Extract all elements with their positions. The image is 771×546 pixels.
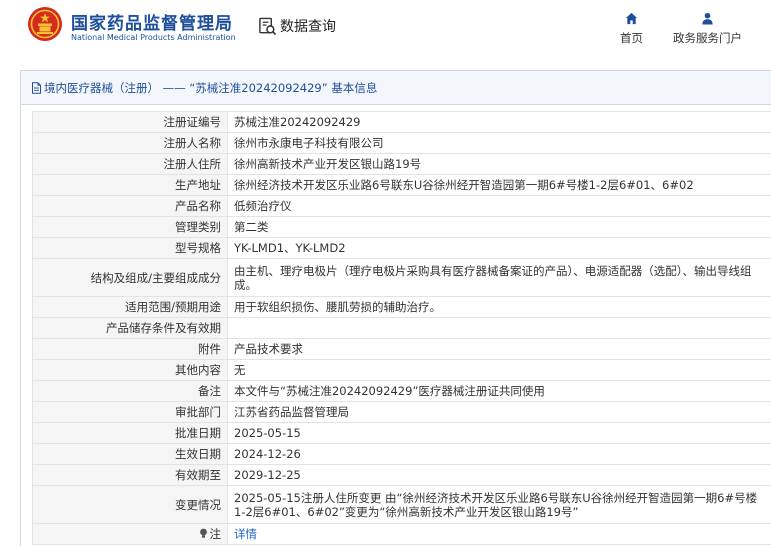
table-row: 结构及组成/主要组成成分 由主机、理疗电极片（理疗电极片采购具有医疗器械备案证的产… bbox=[32, 258, 771, 297]
row-value: 产品技术要求 bbox=[227, 338, 771, 360]
document-icon bbox=[32, 81, 41, 94]
row-label: 变更情况 bbox=[32, 485, 228, 524]
row-label: 产品名称 bbox=[32, 195, 228, 217]
nav-gov-label: 政务服务门户 bbox=[673, 31, 742, 45]
note-label-cell: 注 bbox=[32, 523, 228, 545]
table-row: 生产地址 徐州经济技术开发区乐业路6号联东U谷徐州经开智造园第一期6#号楼1-2层… bbox=[32, 174, 771, 196]
row-label: 型号规格 bbox=[32, 237, 228, 259]
row-value: 2029-12-25 bbox=[227, 464, 771, 486]
org-name-en: National Medical Products Administration bbox=[71, 33, 236, 42]
row-label: 生效日期 bbox=[32, 443, 228, 465]
row-value bbox=[227, 317, 771, 339]
row-label: 管理类别 bbox=[32, 216, 228, 238]
row-value: 由主机、理疗电极片（理疗电极片采购具有医疗器械备案证的产品）、电源适配器（选配）… bbox=[227, 258, 771, 297]
nav-home-label: 首页 bbox=[620, 31, 643, 45]
row-value: 本文件与“苏械注准20242092429”医疗器械注册证共同使用 bbox=[227, 380, 771, 402]
table-row: 变更情况 2025-05-15注册人住所变更 由“徐州经济技术开发区乐业路6号联东… bbox=[32, 485, 771, 524]
row-label: 其他内容 bbox=[32, 359, 228, 381]
row-value: 2025-05-15注册人住所变更 由“徐州经济技术开发区乐业路6号联东U谷徐州… bbox=[227, 485, 771, 524]
row-label: 有效期至 bbox=[32, 464, 228, 486]
table-row: 注 详情 bbox=[32, 523, 771, 545]
row-label: 备注 bbox=[32, 380, 228, 402]
home-icon bbox=[625, 12, 638, 25]
row-value: 用于软组织损伤、腰肌劳损的辅助治疗。 bbox=[227, 296, 771, 318]
row-value: 低频治疗仪 bbox=[227, 195, 771, 217]
note-label: 注 bbox=[209, 527, 222, 541]
row-label: 生产地址 bbox=[32, 174, 228, 196]
row-value: 第二类 bbox=[227, 216, 771, 238]
details-link[interactable]: 详情 bbox=[234, 527, 257, 541]
row-value: 2024-12-26 bbox=[227, 443, 771, 465]
site-header: 国家药品监督管理局 National Medical Products Admi… bbox=[0, 0, 771, 62]
table-row: 审批部门 江苏省药品监督管理局 bbox=[32, 401, 771, 423]
row-label: 结构及组成/主要组成成分 bbox=[32, 258, 228, 297]
search-document-icon bbox=[259, 17, 277, 35]
lightbulb-icon bbox=[199, 528, 207, 538]
row-label: 注册人住所 bbox=[32, 153, 228, 175]
table-row: 适用范围/预期用途 用于软组织损伤、腰肌劳损的辅助治疗。 bbox=[32, 296, 771, 318]
table-row: 批准日期 2025-05-15 bbox=[32, 422, 771, 444]
table-row: 生效日期 2024-12-26 bbox=[32, 443, 771, 465]
panel-header: 境内医疗器械（注册） —— “苏械注准20242092429” 基本信息 bbox=[21, 71, 771, 105]
table-row: 型号规格 YK-LMD1、YK-LMD2 bbox=[32, 237, 771, 259]
org-name-cn[interactable]: 国家药品监督管理局 bbox=[71, 9, 233, 34]
row-value: YK-LMD1、YK-LMD2 bbox=[227, 237, 771, 259]
row-value: 江苏省药品监督管理局 bbox=[227, 401, 771, 423]
nav-gov-portal[interactable]: 政务服务门户 bbox=[673, 12, 742, 46]
row-label: 审批部门 bbox=[32, 401, 228, 423]
table-row: 产品储存条件及有效期 bbox=[32, 317, 771, 339]
table-row: 注册人住所 徐州高新技术产业开发区银山路19号 bbox=[32, 153, 771, 175]
table-row: 备注 本文件与“苏械注准20242092429”医疗器械注册证共同使用 bbox=[32, 380, 771, 402]
row-label: 附件 bbox=[32, 338, 228, 360]
table-row: 注册人名称 徐州市永康电子科技有限公司 bbox=[32, 132, 771, 154]
table-row: 附件 产品技术要求 bbox=[32, 338, 771, 360]
detail-panel: 境内医疗器械（注册） —— “苏械注准20242092429” 基本信息 注册证… bbox=[20, 70, 771, 546]
row-value: 苏械注准20242092429 bbox=[227, 111, 771, 133]
row-label: 产品储存条件及有效期 bbox=[32, 317, 228, 339]
table-row: 管理类别 第二类 bbox=[32, 216, 771, 238]
table-row: 其他内容无 bbox=[32, 359, 771, 381]
user-icon bbox=[702, 12, 713, 25]
data-query-label: 数据查询 bbox=[280, 19, 336, 35]
row-value: 徐州高新技术产业开发区银山路19号 bbox=[227, 153, 771, 175]
note-value-cell: 详情 bbox=[227, 523, 771, 545]
panel-title: 境内医疗器械（注册） —— “苏械注准20242092429” 基本信息 bbox=[44, 80, 378, 95]
row-label: 注册证编号 bbox=[32, 111, 228, 133]
row-label: 注册人名称 bbox=[32, 132, 228, 154]
national-emblem-icon[interactable] bbox=[27, 6, 63, 42]
data-query-link[interactable]: 数据查询 bbox=[258, 16, 336, 36]
table-row: 产品名称 低频治疗仪 bbox=[32, 195, 771, 217]
row-value: 无 bbox=[227, 359, 771, 381]
row-label: 批准日期 bbox=[32, 422, 228, 444]
row-value: 2025-05-15 bbox=[227, 422, 771, 444]
nav-home[interactable]: 首页 bbox=[620, 12, 643, 46]
table-row: 注册证编号 苏械注准20242092429 bbox=[32, 111, 771, 133]
table-row: 有效期至 2029-12-25 bbox=[32, 464, 771, 486]
row-label: 适用范围/预期用途 bbox=[32, 296, 228, 318]
row-value: 徐州经济技术开发区乐业路6号联东U谷徐州经开智造园第一期6#号楼1-2层6#01… bbox=[227, 174, 771, 196]
detail-table: 注册证编号 苏械注准20242092429 注册人名称 徐州市永康电子科技有限公司 … bbox=[32, 111, 771, 545]
row-value: 徐州市永康电子科技有限公司 bbox=[227, 132, 771, 154]
